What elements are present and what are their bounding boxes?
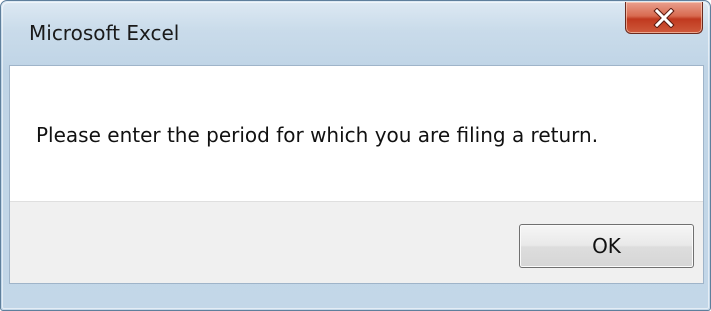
ok-button[interactable]: OK [519, 224, 694, 268]
close-button[interactable] [625, 2, 703, 34]
button-bar: OK [10, 201, 703, 283]
dialog-content: Please enter the period for which you ar… [9, 65, 704, 284]
window-title: Microsoft Excel [29, 21, 180, 45]
dialog-message: Please enter the period for which you ar… [36, 123, 599, 147]
close-icon [626, 2, 702, 33]
message-box-window: Microsoft Excel Please enter the period … [0, 0, 711, 311]
